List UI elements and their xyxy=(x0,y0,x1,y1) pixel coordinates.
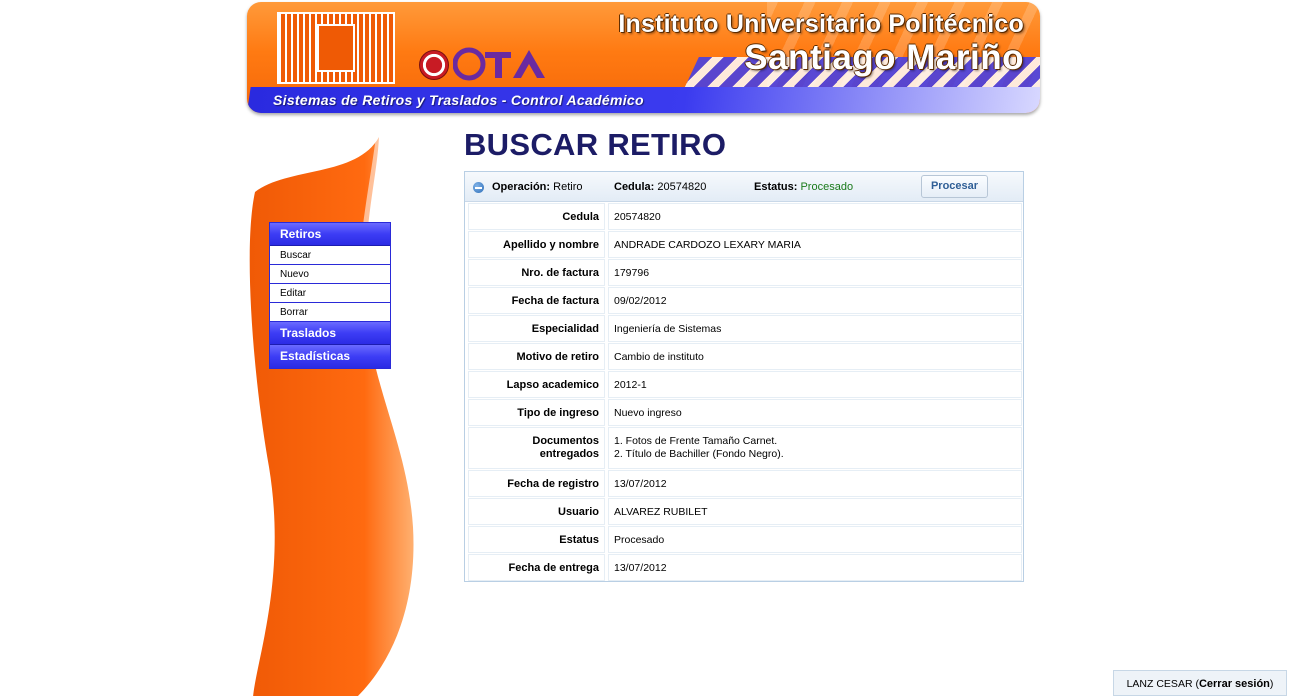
table-row: Especialidad Ingeniería de Sistemas xyxy=(468,315,1022,342)
menu-section-traslados[interactable]: Traslados xyxy=(270,322,390,345)
status-field: Estatus: Procesado xyxy=(754,181,853,193)
row-label: Especialidad xyxy=(468,315,605,342)
row-label: Tipo de ingreso xyxy=(468,399,605,426)
table-row: Nro. de factura 179796 xyxy=(468,259,1022,286)
row-label: Lapso academico xyxy=(468,371,605,398)
operation-label: Operación: xyxy=(492,181,551,193)
row-label-line: Documentos xyxy=(532,435,599,447)
row-label: Fecha de factura xyxy=(468,287,605,314)
institution-logo-mark xyxy=(317,24,355,72)
cedula-label: Cedula: xyxy=(614,181,655,193)
table-row: Estatus Procesado xyxy=(468,526,1022,553)
university-seal-icon xyxy=(419,50,449,80)
side-decoration xyxy=(249,137,414,696)
table-row: Motivo de retiro Cambio de instituto xyxy=(468,343,1022,370)
row-value: 13/07/2012 xyxy=(608,470,1022,497)
row-value: ALVAREZ RUBILET xyxy=(608,498,1022,525)
table-row: Cedula 20574820 xyxy=(468,203,1022,230)
table-row: Documentos entregados 1. Fotos de Frente T… xyxy=(468,427,1022,469)
row-value-line: 2. Título de Bachiller (Fondo Negro). xyxy=(614,448,784,460)
row-label: Fecha de registro xyxy=(468,470,605,497)
header-banner: Instituto Universitario Politécnico Sant… xyxy=(247,2,1040,113)
operation-value: Retiro xyxy=(553,181,583,193)
table-row: Usuario ALVAREZ RUBILET xyxy=(468,498,1022,525)
row-label: Documentos entregados xyxy=(468,427,605,469)
row-value: 20574820 xyxy=(608,203,1022,230)
menu-item-borrar[interactable]: Borrar xyxy=(270,303,390,322)
cedula-value: 20574820 xyxy=(657,181,707,193)
row-label: Nro. de factura xyxy=(468,259,605,286)
collapse-icon[interactable] xyxy=(473,182,484,193)
menu-section-estadisticas[interactable]: Estadísticas xyxy=(270,345,390,368)
row-label: Motivo de retiro xyxy=(468,343,605,370)
system-name: Sistemas de Retiros y Traslados - Contro… xyxy=(273,92,644,108)
session-user: LANZ CESAR xyxy=(1126,678,1193,690)
row-label: Cedula xyxy=(468,203,605,230)
row-value: Cambio de instituto xyxy=(608,343,1022,370)
row-label: Fecha de entrega xyxy=(468,554,605,581)
sidebar-menu: Retiros Buscar Nuevo Editar Borrar Trasl… xyxy=(269,222,391,369)
row-label: Apellido y nombre xyxy=(468,231,605,258)
row-value: Nuevo ingreso xyxy=(608,399,1022,426)
row-label-line: entregados xyxy=(539,448,599,460)
table-row: Fecha de factura 09/02/2012 xyxy=(468,287,1022,314)
row-value: 1. Fotos de Frente Tamaño Carnet. 2. Títu… xyxy=(608,427,1022,469)
session-paren-close: ) xyxy=(1269,678,1274,690)
retiro-details-panel: Operación: Retiro Cedula: 20574820 Estat… xyxy=(464,171,1024,582)
table-row: Apellido y nombre ANDRADE CARDOZO LEXARY … xyxy=(468,231,1022,258)
institution-name-line2: Santiago Mariño xyxy=(744,38,1024,77)
row-value: 13/07/2012 xyxy=(608,554,1022,581)
institution-name: Instituto Universitario Politécnico Sant… xyxy=(618,10,1024,77)
logout-link[interactable]: Cerrar sesión xyxy=(1199,678,1270,690)
menu-item-buscar[interactable]: Buscar xyxy=(270,246,390,265)
menu-item-editar[interactable]: Editar xyxy=(270,284,390,303)
panel-header: Operación: Retiro Cedula: 20574820 Estat… xyxy=(465,172,1023,202)
institution-logo xyxy=(277,12,395,84)
table-row: Fecha de entrega 13/07/2012 xyxy=(468,554,1022,581)
row-value-line: 1. Fotos de Frente Tamaño Carnet. xyxy=(614,435,778,447)
row-value: Ingeniería de Sistemas xyxy=(608,315,1022,342)
table-row: Fecha de registro 13/07/2012 xyxy=(468,470,1022,497)
table-row: Tipo de ingreso Nuevo ingreso xyxy=(468,399,1022,426)
page-title: BUSCAR RETIRO xyxy=(464,127,727,162)
status-badge: Procesado xyxy=(800,181,854,193)
row-label: Usuario xyxy=(468,498,605,525)
menu-section-retiros[interactable]: Retiros xyxy=(270,223,390,246)
row-value: ANDRADE CARDOZO LEXARY MARIA xyxy=(608,231,1022,258)
status-label: Estatus: xyxy=(754,181,798,193)
menu-item-nuevo[interactable]: Nuevo xyxy=(270,265,390,284)
cedula-field: Cedula: 20574820 xyxy=(614,181,706,193)
row-value: 09/02/2012 xyxy=(608,287,1022,314)
table-row: Lapso academico 2012-1 xyxy=(468,371,1022,398)
session-box: LANZ CESAR (Cerrar sesión) xyxy=(1113,670,1287,696)
iuta-logo xyxy=(453,47,545,81)
row-value: Procesado xyxy=(608,526,1022,553)
row-value: 179796 xyxy=(608,259,1022,286)
row-value: 2012-1 xyxy=(608,371,1022,398)
institution-name-line1: Instituto Universitario Politécnico xyxy=(618,10,1024,38)
row-label: Estatus xyxy=(468,526,605,553)
process-button[interactable]: Procesar xyxy=(921,175,988,198)
operation-field: Operación: Retiro xyxy=(492,181,582,193)
